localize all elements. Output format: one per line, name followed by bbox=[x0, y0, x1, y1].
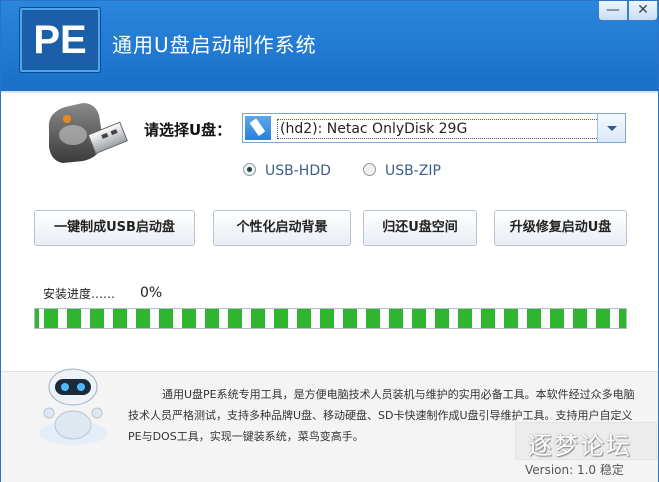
progress-bar bbox=[34, 308, 627, 329]
minimize-button[interactable]: — bbox=[598, 1, 628, 21]
progress-fill bbox=[35, 309, 626, 328]
drive-select[interactable]: (hd2): Netac OnlyDisk 29G bbox=[242, 113, 626, 143]
app-title: 通用U盘启动制作系统 bbox=[112, 33, 317, 57]
radio-usb-hdd-dot[interactable] bbox=[243, 163, 256, 176]
progress-label: 安装进度…… bbox=[43, 287, 116, 301]
title-bar: PE 通用U盘启动制作系统 bbox=[1, 1, 658, 91]
watermark: 逐梦论坛 bbox=[515, 422, 657, 460]
chevron-down-icon[interactable] bbox=[597, 114, 625, 142]
radio-usb-zip[interactable]: USB-ZIP bbox=[363, 163, 441, 179]
close-button[interactable]: ✕ bbox=[628, 1, 658, 21]
custom-background-button[interactable]: 个性化启动背景 bbox=[213, 210, 351, 246]
app-window: PE 通用U盘启动制作系统 — ✕ 请选择U盘： (hd2): Netac On… bbox=[0, 0, 659, 482]
make-usb-boot-button[interactable]: 一键制成USB启动盘 bbox=[34, 210, 195, 246]
radio-usb-hdd[interactable]: USB-HDD bbox=[243, 163, 331, 179]
pe-logo: PE bbox=[20, 8, 100, 72]
upgrade-repair-button[interactable]: 升级修复启动U盘 bbox=[494, 210, 627, 246]
radio-usb-hdd-label: USB-HDD bbox=[265, 163, 331, 179]
restore-space-button[interactable]: 归还U盘空间 bbox=[363, 210, 477, 246]
version-label: Version: 1.0 稳定 bbox=[525, 463, 624, 477]
usb-drive-icon bbox=[48, 103, 128, 163]
watermark-text: 逐梦论坛 bbox=[528, 432, 632, 460]
radio-usb-zip-dot[interactable] bbox=[363, 163, 376, 176]
drive-select-label: 请选择U盘： bbox=[144, 121, 232, 139]
progress-percent: 0% bbox=[140, 285, 163, 301]
robot-mascot-icon bbox=[39, 368, 107, 445]
flash-drive-icon bbox=[245, 116, 271, 140]
title-divider bbox=[1, 91, 658, 93]
drive-select-value: (hd2): Netac OnlyDisk 29G bbox=[277, 119, 599, 139]
radio-usb-zip-label: USB-ZIP bbox=[385, 163, 441, 179]
